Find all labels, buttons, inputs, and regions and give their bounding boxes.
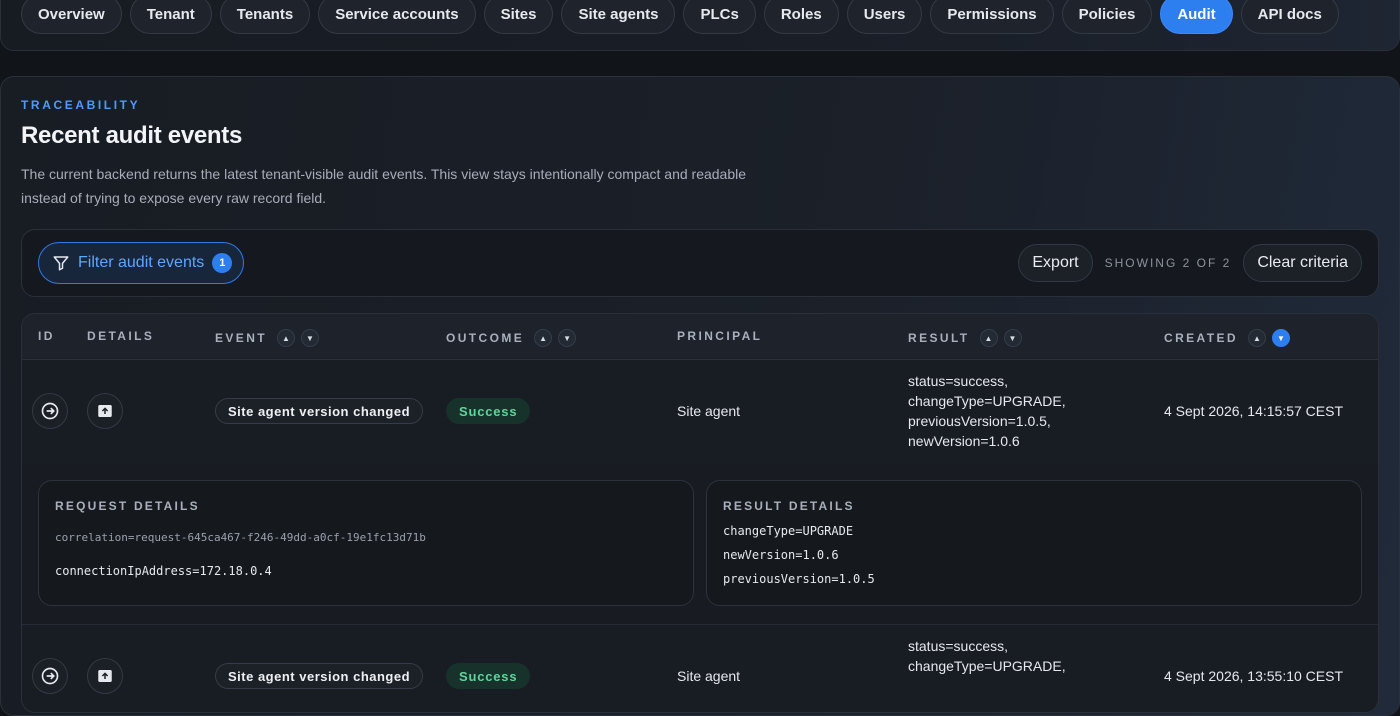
tab-service-accounts[interactable]: Service accounts (318, 0, 476, 34)
tab-permissions[interactable]: Permissions (930, 0, 1054, 34)
tab-roles[interactable]: Roles (763, 0, 839, 34)
request-details-title: REQUEST DETAILS (55, 499, 200, 513)
audit-toolbar: Filter audit events 1 Export SHOWING 2 O… (21, 229, 1379, 297)
col-id: ID (38, 329, 55, 343)
tab-tenant[interactable]: Tenant (129, 0, 212, 34)
col-outcome: OUTCOME ▲ ▼ (446, 329, 577, 347)
sort-desc-icon[interactable]: ▼ (558, 329, 577, 347)
toolbar-actions: Export SHOWING 2 OF 2 Clear criteria (1018, 244, 1362, 282)
tab-audit[interactable]: Audit (1160, 0, 1233, 34)
col-principal: PRINCIPAL (677, 329, 763, 343)
nav-tabs: Overview Tenant Tenants Service accounts… (21, 0, 1339, 34)
result-detail-line: previousVersion=1.0.5 (723, 572, 875, 586)
col-created: CREATED ▲ ▼ (1164, 329, 1290, 347)
sort-asc-icon[interactable]: ▲ (277, 329, 296, 347)
tab-plcs[interactable]: PLCs (683, 0, 756, 34)
section-eyebrow: TRACEABILITY (21, 98, 141, 112)
details-toggle-button[interactable] (87, 658, 123, 694)
request-details-box: REQUEST DETAILS correlation=request-645c… (38, 480, 694, 606)
filter-button[interactable]: Filter audit events 1 (38, 242, 244, 284)
details-toggle-button[interactable] (87, 393, 123, 429)
row-details-panel: REQUEST DETAILS correlation=request-645c… (22, 464, 1378, 625)
tab-users[interactable]: Users (846, 0, 923, 34)
clear-criteria-button[interactable]: Clear criteria (1243, 244, 1362, 282)
table-row: Site agent version changed Success Site … (22, 624, 1378, 712)
sort-desc-icon[interactable]: ▼ (301, 329, 320, 347)
col-event: EVENT ▲ ▼ (215, 329, 320, 347)
sort-desc-icon[interactable]: ▼ (1271, 329, 1290, 347)
open-row-button[interactable] (32, 393, 68, 429)
result-detail-line: changeType=UPGRADE (723, 524, 854, 538)
principal-cell: Site agent (677, 668, 741, 684)
correlation-id: correlation=request-645ca467-f246-49dd-a… (55, 531, 426, 544)
sort-asc-icon[interactable]: ▲ (979, 329, 998, 347)
tab-policies[interactable]: Policies (1061, 0, 1153, 34)
created-cell: 4 Sept 2026, 13:55:10 CEST (1164, 668, 1344, 684)
principal-cell: Site agent (677, 403, 741, 419)
export-button[interactable]: Export (1018, 244, 1093, 282)
outcome-badge: Success (446, 663, 531, 689)
col-details: DETAILS (87, 329, 155, 343)
arrow-right-circle-icon (41, 402, 59, 420)
created-cell: 4 Sept 2026, 14:15:57 CEST (1164, 403, 1344, 419)
table-header: ID DETAILS EVENT ▲ ▼ OUTCOME ▲ ▼ PRINCIPAL… (22, 314, 1378, 360)
connection-ip: connectionIpAddress=172.18.0.4 (55, 564, 272, 578)
table-row: Site agent version changed Success Site … (22, 359, 1378, 465)
filter-count-badge: 1 (212, 253, 233, 273)
result-detail-line: newVersion=1.0.6 (723, 548, 839, 562)
upload-box-icon (98, 670, 112, 682)
result-cell: status=success, changeType=UPGRADE, prev… (908, 373, 1066, 449)
result-details-box: RESULT DETAILS changeType=UPGRADE newVer… (706, 480, 1362, 606)
funnel-icon (53, 256, 69, 271)
tab-api-docs[interactable]: API docs (1240, 0, 1339, 34)
upload-box-icon (98, 405, 112, 417)
page-description: The current backend returns the latest t… (21, 166, 747, 206)
sort-asc-icon[interactable]: ▲ (1247, 329, 1266, 347)
result-cell: status=success, changeType=UPGRADE, (908, 638, 1066, 674)
tab-site-agents[interactable]: Site agents (561, 0, 676, 34)
tab-tenants[interactable]: Tenants (219, 0, 311, 34)
event-type-badge: Site agent version changed (215, 398, 424, 424)
outcome-badge: Success (446, 398, 531, 424)
open-row-button[interactable] (32, 658, 68, 694)
showing-count: SHOWING 2 OF 2 (1104, 256, 1232, 270)
tab-overview[interactable]: Overview (21, 0, 122, 34)
filter-label: Filter audit events (78, 254, 205, 271)
sort-asc-icon[interactable]: ▲ (534, 329, 553, 347)
result-details-title: RESULT DETAILS (723, 499, 855, 513)
page-title: Recent audit events (21, 122, 243, 149)
event-type-badge: Site agent version changed (215, 663, 424, 689)
arrow-right-circle-icon (41, 667, 59, 685)
audit-table: ID DETAILS EVENT ▲ ▼ OUTCOME ▲ ▼ PRINCIPAL… (21, 313, 1379, 713)
col-result: RESULT ▲ ▼ (908, 329, 1022, 347)
sort-desc-icon[interactable]: ▼ (1003, 329, 1022, 347)
tab-sites[interactable]: Sites (483, 0, 554, 34)
